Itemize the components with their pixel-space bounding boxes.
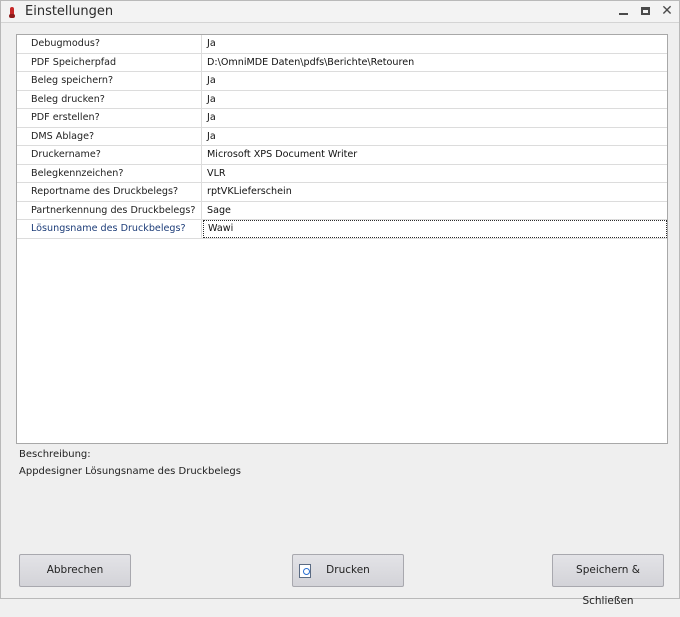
description-label: Beschreibung: [19, 449, 91, 460]
setting-value[interactable]: Ja [203, 109, 667, 127]
setting-value[interactable]: Ja [203, 35, 667, 53]
setting-value[interactable]: Ja [203, 72, 667, 90]
close-icon[interactable]: ✕ [658, 3, 676, 19]
title-bar[interactable]: Einstellungen ✕ [1, 1, 679, 23]
setting-name: DMS Ablage? [17, 127, 202, 145]
settings-window: Einstellungen ✕ Debugmodus? Ja PDF Speic… [0, 0, 680, 607]
setting-name: Beleg speichern? [17, 72, 202, 90]
window-title: Einstellungen [25, 4, 114, 19]
maximize-icon[interactable] [637, 3, 655, 19]
setting-row-beleg-speichern[interactable]: Beleg speichern? Ja [17, 72, 667, 91]
setting-value[interactable]: Ja [203, 128, 667, 146]
settings-grid[interactable]: Debugmodus? Ja PDF Speicherpfad D:\OmniM… [16, 34, 668, 444]
setting-row-reportname[interactable]: Reportname des Druckbelegs? rptVKLiefers… [17, 183, 667, 202]
setting-name: Lösungsname des Druckbelegs? [17, 220, 202, 238]
setting-row-pdf-erstellen[interactable]: PDF erstellen? Ja [17, 109, 667, 128]
setting-name: PDF Speicherpfad [17, 53, 202, 71]
setting-value[interactable]: Microsoft XPS Document Writer [203, 146, 667, 164]
save-and-close-button[interactable]: Speichern & Schließen [552, 554, 664, 607]
setting-row-dms-ablage[interactable]: DMS Ablage? Ja [17, 127, 667, 146]
setting-row-druckername[interactable]: Druckername? Microsoft XPS Document Writ… [17, 146, 667, 165]
setting-value[interactable]: VLR [203, 165, 667, 183]
setting-value[interactable]: D:\OmniMDE Daten\pdfs\Berichte\Retouren [203, 54, 667, 72]
setting-row-loesungsname[interactable]: Lösungsname des Druckbelegs? Wawi [17, 220, 667, 239]
setting-row-pdf-speicherpfad[interactable]: PDF Speicherpfad D:\OmniMDE Daten\pdfs\B… [17, 53, 667, 72]
setting-row-debugmodus[interactable]: Debugmodus? Ja [17, 35, 667, 54]
description-text: Appdesigner Lösungsname des Druckbelegs [19, 466, 241, 477]
setting-name: Beleg drucken? [17, 90, 202, 108]
setting-name: Partnerkennung des Druckbelegs? [17, 201, 202, 219]
cancel-button[interactable]: Abbrechen [19, 554, 131, 587]
setting-value[interactable]: Ja [203, 91, 667, 109]
minimize-icon[interactable] [615, 3, 633, 19]
setting-name: Reportname des Druckbelegs? [17, 183, 202, 201]
save-and-close-button-label: Speichern & Schließen [576, 564, 640, 607]
setting-value[interactable]: rptVKLieferschein [203, 183, 667, 201]
cancel-button-label: Abbrechen [46, 564, 104, 576]
setting-row-belegkennzeichen[interactable]: Belegkennzeichen? VLR [17, 164, 667, 183]
app-icon [9, 7, 15, 18]
setting-name: Belegkennzeichen? [17, 164, 202, 182]
setting-value-editor[interactable]: Wawi [203, 220, 667, 238]
setting-name: Druckername? [17, 146, 202, 164]
setting-row-partnerkennung[interactable]: Partnerkennung des Druckbelegs? Sage [17, 201, 667, 220]
setting-value[interactable]: Sage [203, 202, 667, 220]
setting-name: Debugmodus? [17, 35, 202, 53]
print-button-label: Drucken [326, 564, 370, 576]
setting-row-beleg-drucken[interactable]: Beleg drucken? Ja [17, 90, 667, 109]
setting-name: PDF erstellen? [17, 109, 202, 127]
print-button[interactable]: Drucken [292, 554, 404, 587]
print-preview-icon [299, 564, 311, 578]
